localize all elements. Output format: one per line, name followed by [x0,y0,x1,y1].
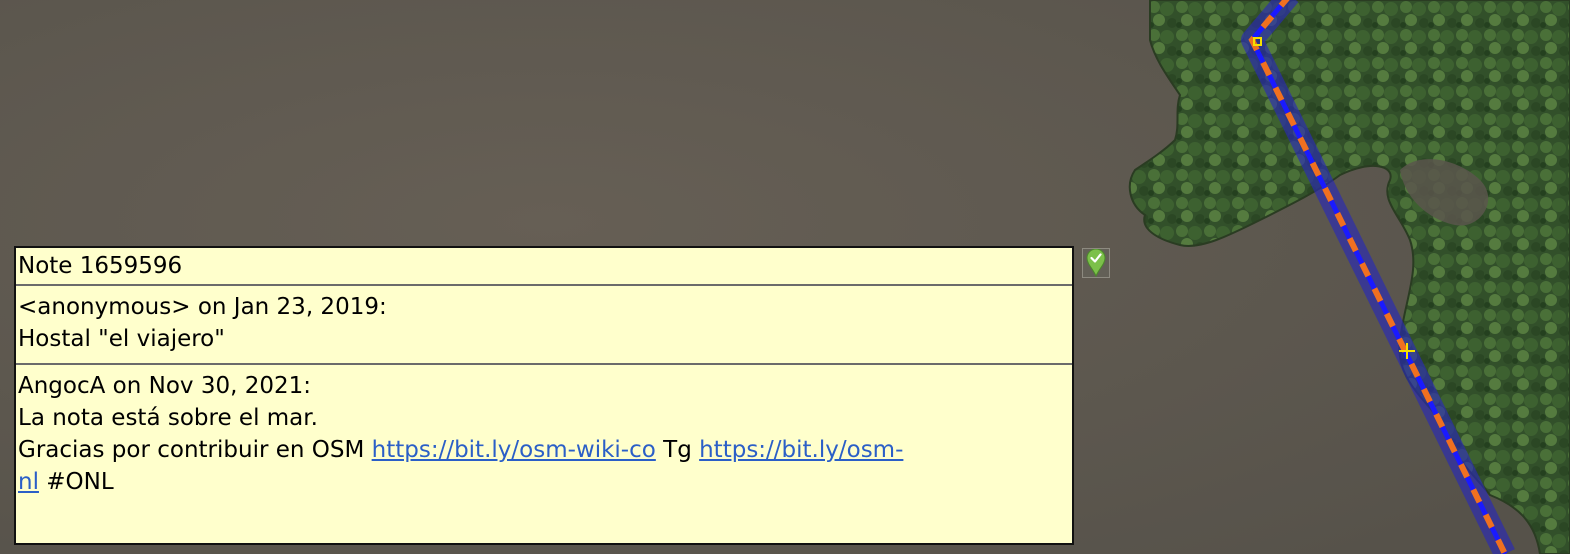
wiki-link[interactable]: https://bit.ly/osm-wiki-co [372,437,656,463]
note-title: Note 1659596 [16,248,1072,286]
osm-nl-link-part2[interactable]: nl [18,469,39,495]
comment-text-links: Gracias por contribuir en OSM https://bi… [18,434,1072,498]
comment-header: <anonymous> on Jan 23, 2019: [18,294,387,320]
comment-text-prefix: Gracias por contribuir en OSM [18,437,372,463]
osm-nl-link-part1[interactable]: https://bit.ly/osm- [699,437,903,463]
comment-header: AngocA on Nov 30, 2021: [18,373,312,399]
note-closed-marker-icon[interactable] [1082,248,1110,278]
comment-text: Hostal "el viajero" [18,326,225,352]
comment-text-suffix: #ONL [38,469,114,495]
note-comment: AngocA on Nov 30, 2021: La nota está sob… [16,365,1072,502]
comment-text: La nota está sobre el mar. [18,405,318,431]
note-popup: Note 1659596 <anonymous> on Jan 23, 2019… [14,246,1074,545]
map-view[interactable]: Note 1659596 <anonymous> on Jan 23, 2019… [0,0,1570,554]
comment-text-between: Tg [655,437,700,463]
note-comment: <anonymous> on Jan 23, 2019: Hostal "el … [16,286,1072,365]
